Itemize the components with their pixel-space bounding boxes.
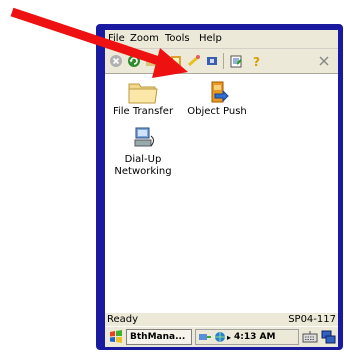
properties-button[interactable] bbox=[227, 52, 245, 70]
connect-button[interactable] bbox=[185, 52, 203, 70]
help-icon: ? bbox=[253, 55, 260, 68]
desktop-icon bbox=[321, 330, 336, 344]
disconnect-icon bbox=[207, 57, 217, 65]
menu-file[interactable]: File bbox=[108, 33, 125, 45]
toolbar-separator bbox=[223, 53, 224, 69]
dialup-icon bbox=[134, 127, 154, 147]
disconnect-button[interactable] bbox=[203, 52, 221, 70]
app-list: File Transfer Object Push Dial-Up Networ… bbox=[105, 74, 338, 312]
help-button[interactable]: ? bbox=[247, 52, 265, 70]
status-text: Ready bbox=[107, 314, 139, 325]
app-label: Object Push bbox=[187, 106, 247, 117]
taskbar: BthMana... ▸ 4:13 AM bbox=[105, 326, 338, 347]
device-id: SP04-117 bbox=[288, 314, 336, 325]
bluetooth-button[interactable] bbox=[167, 52, 185, 70]
toolbar: ? bbox=[105, 49, 338, 74]
app-label-line2: Networking bbox=[114, 166, 172, 177]
keyboard-button[interactable] bbox=[302, 330, 318, 344]
object-push-icon bbox=[211, 81, 229, 103]
close-icon bbox=[319, 56, 329, 66]
task-button-bthmanager[interactable]: BthMana... bbox=[126, 329, 192, 345]
menu-help[interactable]: Help bbox=[199, 33, 222, 45]
task-label: BthMana... bbox=[130, 332, 186, 342]
menu-zoom[interactable]: Zoom bbox=[130, 33, 159, 45]
bluetooth-icon bbox=[171, 56, 181, 66]
svg-text:?: ? bbox=[253, 55, 260, 68]
clock[interactable]: 4:13 AM bbox=[234, 332, 275, 342]
app-file-transfer[interactable]: File Transfer bbox=[105, 78, 181, 118]
app-object-push[interactable]: Object Push bbox=[179, 78, 255, 118]
folder-icon bbox=[128, 83, 158, 104]
menu-bar: File Zoom Tools Help bbox=[105, 30, 338, 49]
keyboard-icon bbox=[302, 331, 318, 343]
status-bar: Ready SP04-117 bbox=[105, 312, 338, 327]
stop-icon bbox=[110, 55, 122, 67]
properties-icon bbox=[230, 55, 242, 68]
refresh-button[interactable] bbox=[125, 52, 143, 70]
folder-up-icon bbox=[146, 57, 158, 66]
close-button[interactable] bbox=[315, 52, 333, 70]
windows-logo-icon bbox=[110, 330, 122, 343]
network-tray-icon[interactable] bbox=[198, 331, 212, 343]
tray-arrow-icon: ▸ bbox=[227, 332, 232, 342]
system-tray: ▸ 4:13 AM bbox=[195, 329, 299, 345]
menu-tools[interactable]: Tools bbox=[165, 33, 190, 45]
connect-icon bbox=[188, 55, 200, 67]
stop-button[interactable] bbox=[107, 52, 125, 70]
toolbar-separator bbox=[163, 53, 164, 69]
app-dial-up-networking[interactable]: Dial-Up Networking bbox=[105, 124, 181, 178]
device-screen: File Zoom Tools Help ? File Transfer Obj… bbox=[105, 30, 338, 347]
desktop-switch-button[interactable] bbox=[321, 330, 336, 344]
app-label: File Transfer bbox=[112, 106, 174, 117]
folder-up-button[interactable] bbox=[143, 52, 161, 70]
start-button[interactable] bbox=[108, 329, 124, 345]
app-label-line1: Dial-Up bbox=[124, 154, 162, 165]
refresh-icon bbox=[128, 55, 140, 67]
globe-tray-icon[interactable] bbox=[214, 331, 226, 343]
